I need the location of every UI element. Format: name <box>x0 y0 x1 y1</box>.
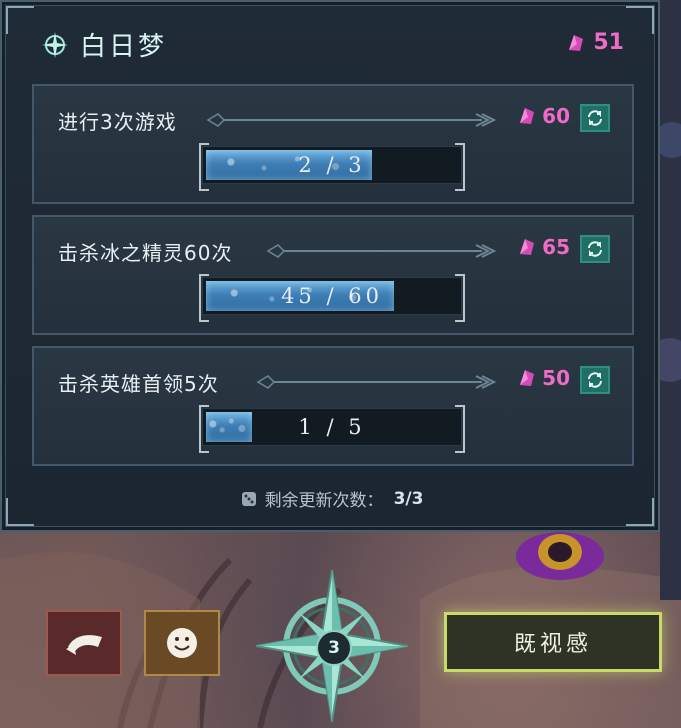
panel-title: 白日梦 <box>80 32 168 62</box>
progress-bar: 1 / 5 <box>199 405 465 453</box>
progress-text: 1 / 5 <box>298 415 366 439</box>
quest-card: 击杀英雄首领5次 50 1 / 5 <box>32 346 634 466</box>
reward-amount: 65 <box>542 235 570 259</box>
arrow-divider <box>266 244 496 258</box>
refresh-icon <box>588 241 602 257</box>
dice-icon <box>241 491 256 506</box>
reward-amount: 50 <box>542 366 570 390</box>
frame-corner <box>6 6 34 34</box>
progress-text: 45 / 60 <box>281 284 383 308</box>
purple-hero-icon <box>516 532 604 580</box>
quest-card: 击杀冰之精灵60次 65 45 / 60 <box>32 215 634 335</box>
refresh-quest-button[interactable] <box>580 366 610 394</box>
crystal-icon <box>520 108 535 124</box>
quest-reward: 50 <box>516 366 570 390</box>
compass-icon <box>42 31 68 58</box>
compass-count: 3 <box>316 630 352 666</box>
refresh-icon <box>588 372 602 388</box>
crystal-icon <box>520 239 535 255</box>
quest-reward: 60 <box>516 104 570 128</box>
gesture-icon <box>66 635 102 655</box>
quest-reward: 65 <box>516 235 570 259</box>
reward-amount: 60 <box>542 104 570 128</box>
gesture-button[interactable] <box>46 610 122 676</box>
progress-bar: 2 / 3 <box>199 143 465 191</box>
panel-header: 白日梦 <box>42 26 167 63</box>
frame-corner <box>626 6 654 34</box>
smiley-icon <box>167 628 197 658</box>
refresh-count-value: 3/3 <box>393 488 424 509</box>
refresh-count-label: 剩余更新次数： <box>264 491 384 511</box>
refresh-icon <box>588 110 602 126</box>
arrow-divider <box>206 113 496 127</box>
deja-vu-button[interactable]: 既视感 <box>444 612 662 672</box>
quest-panel: 白日梦 51 进行3次游戏 60 2 / 3 击杀冰之精灵60次 65 45 /… <box>0 0 660 532</box>
quest-label: 进行3次游戏 <box>58 110 177 134</box>
refresh-quest-button[interactable] <box>580 235 610 263</box>
quest-card: 进行3次游戏 60 2 / 3 <box>32 84 634 204</box>
progress-text: 2 / 3 <box>298 153 366 177</box>
progress-bar: 45 / 60 <box>199 274 465 322</box>
refresh-quest-button[interactable] <box>580 104 610 132</box>
quest-label: 击杀英雄首领5次 <box>58 372 219 396</box>
currency-display: 51 <box>565 30 624 55</box>
currency-amount: 51 <box>593 30 624 55</box>
quest-label: 击杀冰之精灵60次 <box>58 241 233 265</box>
arrow-divider <box>256 375 496 389</box>
crystal-icon <box>569 34 584 51</box>
crystal-icon <box>520 370 535 386</box>
emote-button[interactable] <box>144 610 220 676</box>
refresh-count: 剩余更新次数： 3/3 <box>2 486 662 511</box>
